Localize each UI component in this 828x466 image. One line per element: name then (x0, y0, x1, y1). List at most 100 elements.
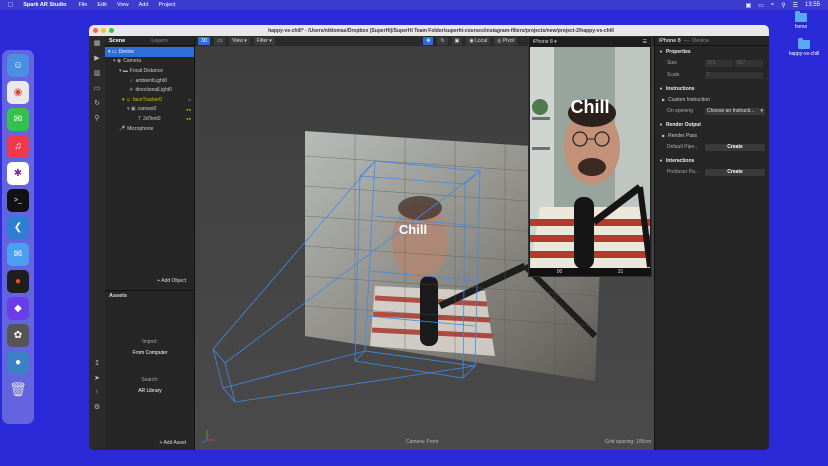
move-tool-button[interactable]: ✥ (423, 37, 434, 45)
simulator-preview[interactable]: Chill (530, 47, 650, 269)
rotate-tool-button[interactable]: ↻ (437, 37, 448, 45)
render-output-section[interactable]: ▼ Render Output (655, 119, 769, 130)
interactions-section[interactable]: ▼ Interactions (655, 155, 769, 166)
tab-scene[interactable]: Scene (105, 38, 129, 44)
library-icon[interactable]: ▥ (94, 69, 101, 77)
simulator-device-select[interactable]: iPhone 8 ▾ (533, 39, 557, 45)
layout-icon[interactable]: ▦ (94, 39, 101, 47)
assets-title: Assets (109, 293, 128, 299)
tree-item-ambient-light[interactable]: ☼ ambientLight0 (105, 76, 194, 86)
render-pass-row[interactable]: ▶ Render Pass (655, 130, 769, 141)
tab-layers[interactable]: Layers (147, 38, 172, 44)
close-button[interactable] (93, 28, 98, 33)
menu-project[interactable]: Project (158, 2, 175, 8)
tree-item-microphone[interactable]: 🎤 Microphone (105, 124, 194, 134)
folder-label: home (794, 24, 808, 30)
add-asset-button[interactable]: + Add Asset (159, 440, 186, 446)
instructions-section[interactable]: ▼ Instructions (655, 83, 769, 94)
viewport-overlay-text[interactable]: Chill (399, 222, 427, 237)
search-label: Search: (141, 377, 159, 383)
export-icon[interactable]: ↥ (94, 359, 100, 367)
ar-library-button[interactable]: AR Library (105, 388, 195, 394)
view-menu[interactable]: View ▾ (229, 37, 250, 45)
local-toggle[interactable]: ◉ Local (466, 37, 491, 45)
on-opening-select[interactable]: Choose an Instructi... ▾ (705, 107, 765, 115)
create-pipeline-button[interactable]: Create (705, 143, 765, 151)
tweetbot-icon[interactable]: ● (7, 351, 29, 374)
desktop-folder-home[interactable]: home (781, 11, 821, 30)
slack-icon[interactable]: ✱ (7, 162, 29, 185)
size-width-field[interactable]: 375 (705, 59, 733, 67)
spark-ar-window: happy-vs-chill* - /Users/niklomas/Dropbo… (89, 25, 769, 450)
create-producer-button[interactable]: Create (705, 168, 765, 176)
figma-icon[interactable]: ● (7, 270, 29, 293)
window-titlebar: happy-vs-chill* - /Users/niklomas/Dropbo… (89, 25, 769, 36)
chrome-icon[interactable]: ◉ (7, 81, 29, 104)
tree-item-label: Device (118, 48, 134, 55)
view-menu-label: View (232, 38, 243, 44)
pivot-toggle[interactable]: ◎ Pivot (494, 37, 517, 45)
tree-item-label: faceTracker0 (133, 96, 163, 103)
link-icon: ∞ (188, 97, 191, 103)
add-object-button[interactable]: + Add Object (157, 278, 186, 284)
3d-view-toggle[interactable]: 3D (198, 37, 211, 45)
tree-item-directional-light[interactable]: ☀ directionalLight0 (105, 85, 194, 95)
finder-icon[interactable]: ☺ (7, 54, 29, 77)
menu-add[interactable]: Add (139, 2, 149, 8)
device-icon: ▾ ▭ (108, 48, 117, 55)
scale-field[interactable]: 2 (705, 71, 763, 79)
photo-editor-icon[interactable]: ✿ (7, 324, 29, 347)
spark-ar-icon[interactable]: ◆ (7, 297, 29, 320)
import-from-computer-button[interactable]: From Computer (105, 350, 195, 356)
focal-icon: ▾ ▬ (119, 67, 128, 74)
menubar-app-name[interactable]: Spark AR Studio (23, 2, 66, 8)
menu-file[interactable]: File (78, 2, 87, 8)
filter-menu[interactable]: Filter ▾ (253, 37, 275, 45)
apple-icon[interactable]:  (8, 2, 13, 9)
desktop-folder-project[interactable]: happy-vs-chill (784, 38, 824, 57)
screen-record-icon[interactable]: ▣ (746, 2, 752, 9)
tree-item-face-tracker[interactable]: ▾ ☺ faceTracker0 ∞ (105, 95, 194, 105)
microphone-icon: 🎤 (119, 125, 126, 132)
upload-icon[interactable]: ↑ (95, 389, 99, 396)
video-icon[interactable]: ▶ (94, 54, 99, 62)
terminal-icon[interactable]: >_ (7, 189, 29, 212)
menu-view[interactable]: View (117, 2, 129, 8)
share-icon[interactable]: ➤ (94, 374, 100, 382)
simulator-footer-left[interactable]: 00 (557, 269, 563, 275)
search-icon[interactable]: ⚲ (781, 2, 785, 9)
simulator-menu-icon[interactable]: ☰ (643, 39, 647, 45)
battery-icon[interactable]: ▭ (758, 2, 764, 9)
messages-icon[interactable]: ✉ (7, 108, 29, 131)
control-center-icon[interactable]: ☰ (793, 2, 798, 9)
size-height-field[interactable]: 667 (735, 59, 763, 67)
trash-icon[interactable]: 🗑 (7, 378, 29, 401)
scale-tool-button[interactable]: ▣ (451, 37, 463, 45)
devices-icon[interactable]: ▭ (94, 84, 101, 92)
wifi-icon[interactable]: ≈ (771, 2, 774, 8)
default-pipeline-label: Default Pipe... (667, 144, 699, 150)
tree-item-camera[interactable]: ▾ ◉ Camera (105, 57, 194, 67)
assets-panel: Assets Import: From Computer Search: AR … (105, 290, 195, 450)
tree-item-2dtext[interactable]: T 2dText0 ●● (105, 114, 194, 124)
refresh-icon[interactable]: ↻ (94, 99, 100, 107)
vscode-icon[interactable]: ❮ (7, 216, 29, 239)
mail-icon[interactable]: ✉ (7, 243, 29, 266)
menu-edit[interactable]: Edit (97, 2, 106, 8)
settings-icon[interactable]: ⚙ (94, 403, 100, 411)
custom-instruction-row[interactable]: ▶ Custom Instruction (655, 94, 769, 105)
search-icon[interactable]: ⚲ (94, 114, 99, 122)
minimize-button[interactable] (101, 28, 106, 33)
folder-icon (795, 11, 807, 22)
tree-item-device[interactable]: ▾ ▭ Device (105, 47, 194, 57)
properties-section[interactable]: ▼ Properties (655, 46, 769, 57)
tree-item-canvas[interactable]: ▾ ▣ canvas0 ●● (105, 105, 194, 115)
simulator-window[interactable]: iPhone 8 ▾ ☰ Chill 00 31 (528, 36, 652, 277)
menubar-clock[interactable]: 13:55 (805, 2, 820, 8)
simulator-footer-right[interactable]: 31 (618, 269, 624, 275)
zoom-button[interactable] (109, 28, 114, 33)
producer-patch-row: Producer Pa... Create (655, 166, 769, 178)
2d-view-toggle[interactable]: ▭ (214, 37, 226, 45)
tree-item-focal-distance[interactable]: ▾ ▬ Focal Distance (105, 66, 194, 76)
music-icon[interactable]: ♫ (7, 135, 29, 158)
